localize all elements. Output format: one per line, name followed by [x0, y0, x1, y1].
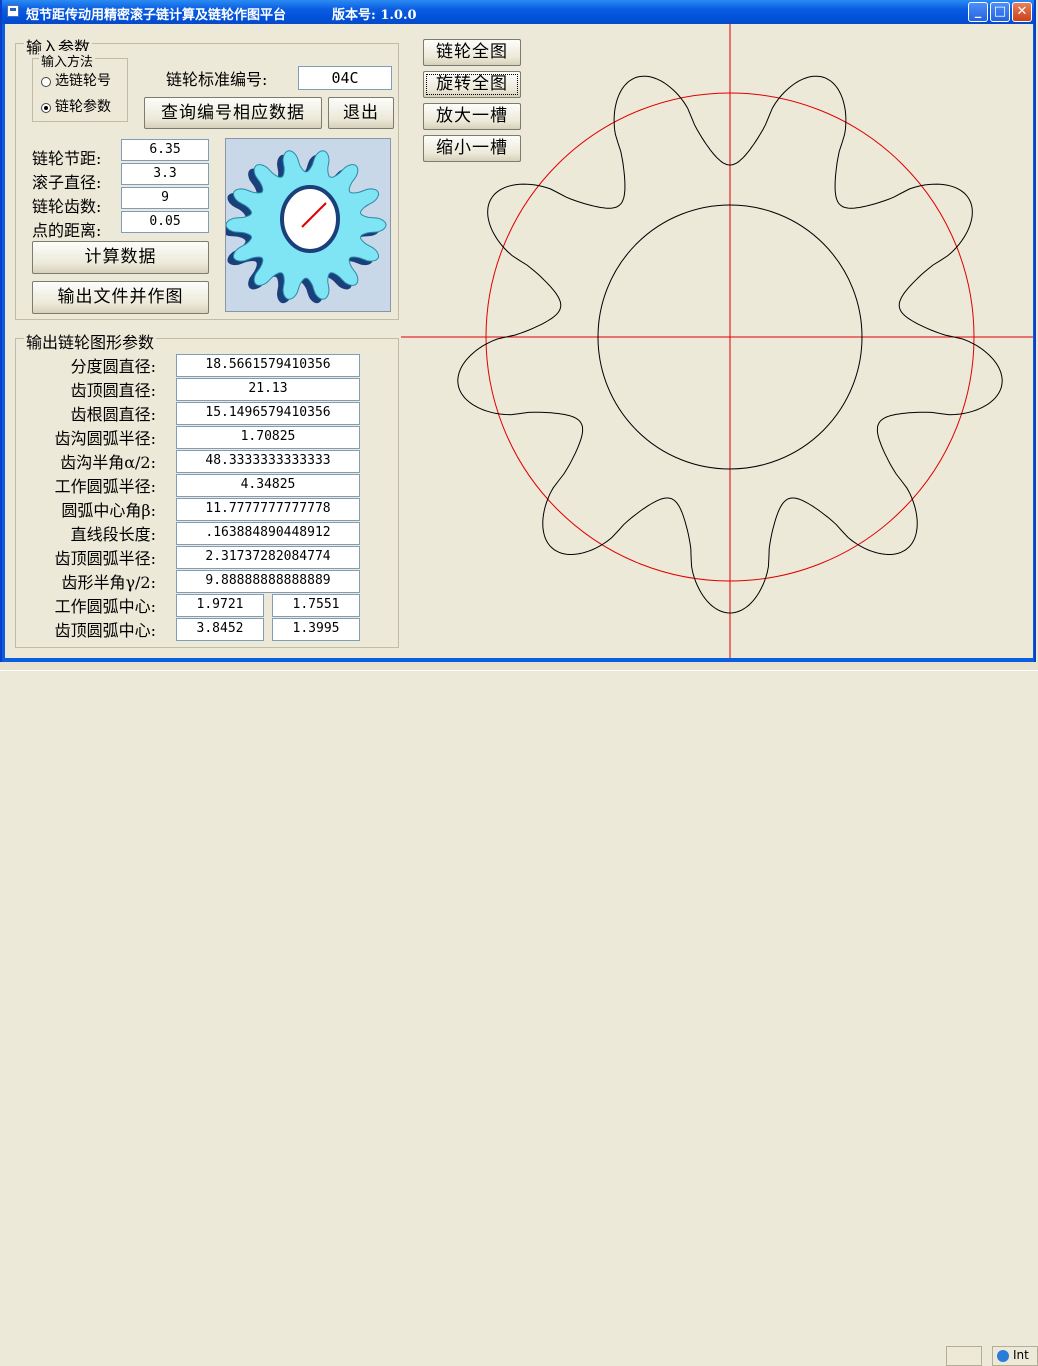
taskbar: Int — [0, 670, 1038, 1366]
sprocket-image — [220, 138, 391, 312]
pitch-label: 链轮节距: — [32, 149, 102, 168]
standard-no-label: 链轮标准编号: — [166, 70, 268, 89]
point-distance-input[interactable]: 0.05 — [121, 211, 209, 233]
output-value[interactable]: 21.13 — [176, 378, 360, 401]
output-label: 齿形半角γ/2: — [61, 573, 156, 592]
radio-select-sprocket-label[interactable]: 选链轮号 — [55, 70, 111, 90]
teeth-count-label: 链轮齿数: — [32, 197, 102, 216]
output-value[interactable]: 4.34825 — [176, 474, 360, 497]
window-version: 版本号: 1.0.0 — [332, 8, 417, 23]
close-button[interactable]: ✕ — [1012, 2, 1032, 22]
sprocket-3d-icon — [220, 150, 387, 304]
work-arc-center-x[interactable]: 1.9721 — [176, 594, 264, 617]
background-strip — [0, 662, 1038, 670]
output-label: 直线段长度: — [70, 525, 156, 544]
globe-icon — [997, 1350, 1009, 1362]
output-label: 齿根圆直径: — [70, 405, 156, 424]
input-params-group: 输入参数 输入方法 选链轮号 链轮参数 链轮标准编号: 04C 查询编号相应数据… — [15, 34, 399, 320]
pitch-input[interactable]: 6.35 — [121, 139, 209, 161]
output-label: 齿顶圆弧半径: — [54, 549, 156, 568]
roller-diameter-label: 滚子直径: — [32, 173, 102, 192]
standard-no-input[interactable]: 04C — [298, 66, 392, 90]
zoom-out-slot-button[interactable]: 缩小一槽 — [423, 135, 521, 162]
main-window: 短节距传动用精密滚子链计算及链轮作图平台 版本号: 1.0.0 _ □ ✕ 输入… — [0, 0, 1036, 662]
input-method-group: 输入方法 选链轮号 链轮参数 — [32, 51, 128, 122]
output-value[interactable]: 11.7777777777778 — [176, 498, 360, 521]
roller-diameter-input[interactable]: 3.3 — [121, 163, 209, 185]
output-label: 齿顶圆直径: — [70, 381, 156, 400]
minimize-button[interactable]: _ — [968, 2, 988, 22]
zoom-in-slot-button[interactable]: 放大一槽 — [423, 103, 521, 130]
work-arc-center-y[interactable]: 1.7551 — [272, 594, 360, 617]
tray-internet-label: Int — [1013, 1348, 1029, 1362]
radio-select-sprocket[interactable] — [41, 77, 51, 87]
radio-sprocket-params[interactable] — [41, 103, 51, 113]
title-bar[interactable]: 短节距传动用精密滚子链计算及链轮作图平台 版本号: 1.0.0 _ □ ✕ — [2, 0, 1034, 24]
output-label: 工作圆弧半径: — [54, 477, 156, 496]
tray-eye-icon[interactable] — [946, 1346, 982, 1366]
output-params-legend: 输出链轮图形参数 — [24, 329, 157, 353]
input-method-legend: 输入方法 — [39, 51, 96, 70]
tray-internet[interactable]: Int — [992, 1346, 1038, 1366]
rotate-view-button[interactable]: 旋转全图 — [423, 71, 521, 98]
output-value[interactable]: .163884890448912 — [176, 522, 360, 545]
radio-sprocket-params-label[interactable]: 链轮参数 — [55, 96, 111, 116]
output-value[interactable]: 48.3333333333333 — [176, 450, 360, 473]
tip-arc-center-y[interactable]: 1.3995 — [272, 618, 360, 641]
output-value[interactable]: 2.31737282084774 — [176, 546, 360, 569]
full-view-button[interactable]: 链轮全图 — [423, 39, 521, 66]
calc-button[interactable]: 计算数据 — [32, 241, 209, 274]
output-label: 齿沟圆弧半径: — [54, 429, 156, 448]
output-file-button[interactable]: 输出文件并作图 — [32, 281, 209, 314]
point-distance-label: 点的距离: — [32, 221, 102, 240]
maximize-button[interactable]: □ — [990, 2, 1010, 22]
output-label: 圆弧中心角β: — [61, 501, 156, 520]
output-value[interactable]: 15.1496579410356 — [176, 402, 360, 425]
tip-arc-center-x[interactable]: 3.8452 — [176, 618, 264, 641]
output-params-group: 输出链轮图形参数 分度圆直径: 18.5661579410356 齿顶圆直径: … — [15, 329, 399, 648]
client-area: 输入参数 输入方法 选链轮号 链轮参数 链轮标准编号: 04C 查询编号相应数据… — [5, 24, 1033, 658]
output-value[interactable]: 9.88888888888889 — [176, 570, 360, 593]
output-label: 齿沟半角α/2: — [60, 453, 156, 472]
output-value[interactable]: 18.5661579410356 — [176, 354, 360, 377]
output-value[interactable]: 1.70825 — [176, 426, 360, 449]
exit-button[interactable]: 退出 — [328, 97, 394, 129]
app-icon[interactable] — [7, 5, 19, 17]
output-label: 分度圆直径: — [70, 357, 156, 376]
teeth-count-input[interactable]: 9 — [121, 187, 209, 209]
tip-arc-center-label: 齿顶圆弧中心: — [54, 621, 156, 640]
query-button[interactable]: 查询编号相应数据 — [144, 97, 322, 129]
work-arc-center-label: 工作圆弧中心: — [54, 597, 156, 616]
window-title: 短节距传动用精密滚子链计算及链轮作图平台 — [26, 8, 287, 23]
